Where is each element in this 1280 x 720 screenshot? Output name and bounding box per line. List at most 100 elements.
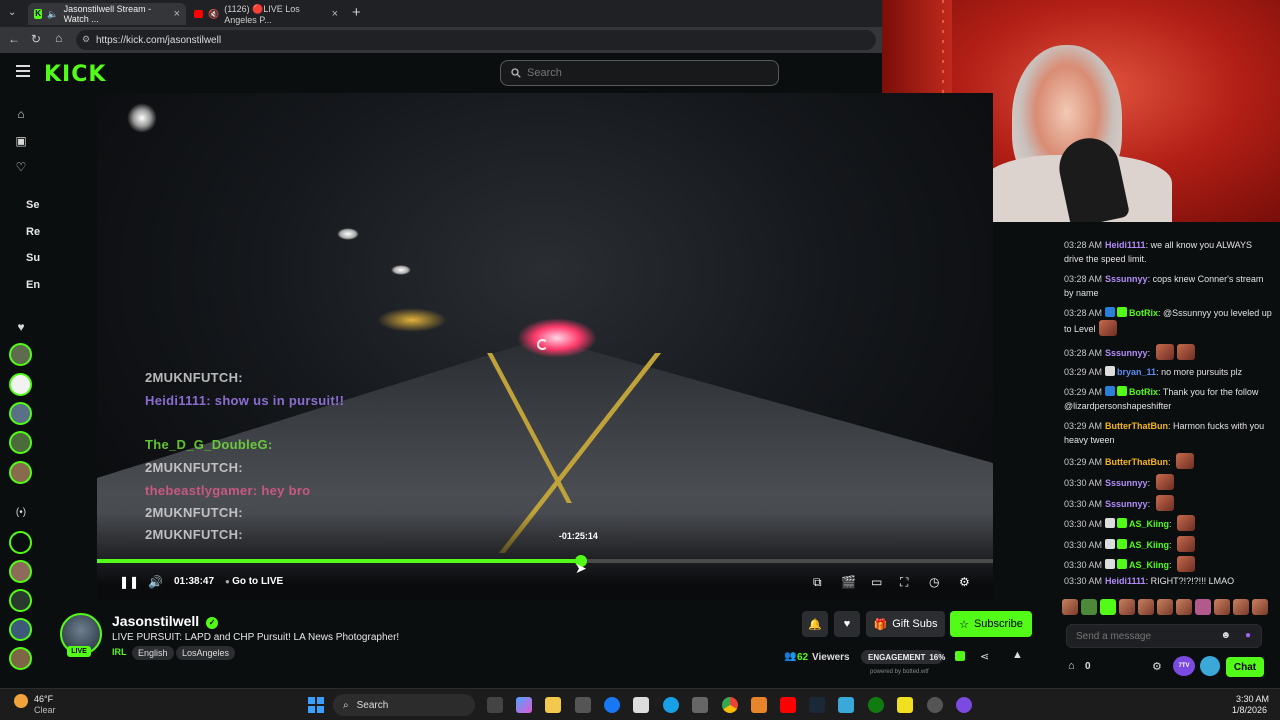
emote-picker-icon[interactable]: ●: [1245, 630, 1251, 641]
report-warning-icon[interactable]: ▲: [1012, 649, 1023, 661]
followed-channel-avatar[interactable]: [9, 431, 32, 454]
chat-username[interactable]: AS_Kiing: [1129, 560, 1169, 570]
sidebar-section-label[interactable]: En: [26, 279, 40, 291]
tab-close-icon[interactable]: ×: [174, 8, 180, 20]
chat-username[interactable]: ButterThatBun: [1105, 421, 1168, 431]
channel-points-icon[interactable]: ⌂: [1068, 660, 1075, 672]
chat-username[interactable]: BotRix: [1129, 387, 1158, 397]
pause-icon[interactable]: ❚❚: [119, 575, 139, 589]
notification-bell-button[interactable]: 🔔: [802, 611, 828, 637]
copilot-icon[interactable]: [516, 697, 532, 713]
chat-emote[interactable]: [1155, 344, 1174, 360]
facebook-icon[interactable]: [604, 697, 620, 713]
chat-username[interactable]: Sssunnyy: [1105, 274, 1148, 284]
chat-input-box[interactable]: ☻ ●: [1066, 624, 1262, 648]
streamer-name[interactable]: Jasonstilwell ✓: [112, 613, 219, 629]
emote[interactable]: [1233, 599, 1249, 615]
emote[interactable]: [1081, 599, 1097, 615]
chat-message-input[interactable]: [1076, 630, 1226, 642]
emote[interactable]: [1138, 599, 1154, 615]
video-player[interactable]: 2MUKNFUTCH: Heidi1111: show us in pursui…: [97, 93, 993, 600]
chat-settings-gear-icon[interactable]: ⚙: [1152, 660, 1162, 673]
emote[interactable]: [1119, 599, 1135, 615]
chat-username[interactable]: Sssunnyy: [1105, 348, 1148, 358]
edge-icon[interactable]: [663, 697, 679, 713]
clip-icon[interactable]: 🎬: [841, 575, 856, 589]
emote[interactable]: [1157, 599, 1173, 615]
chat-emote[interactable]: [1155, 495, 1174, 511]
sidebar-section-label[interactable]: Se: [26, 199, 39, 211]
emote[interactable]: [1100, 599, 1116, 615]
search-input[interactable]: [527, 67, 747, 79]
fullscreen-icon[interactable]: ⛶: [900, 575, 908, 590]
chat-username[interactable]: Sssunnyy: [1105, 478, 1148, 488]
kick-logo[interactable]: KICK: [44, 62, 106, 87]
emote[interactable]: [1214, 599, 1230, 615]
sidebar-section-label[interactable]: Re: [26, 226, 40, 238]
new-tab-button[interactable]: +: [352, 4, 361, 21]
sidebar-section-label[interactable]: Su: [26, 252, 40, 264]
obs-icon[interactable]: [927, 697, 943, 713]
vlc-icon[interactable]: [751, 697, 767, 713]
url-field[interactable]: ⚙ https://kick.com/jasonstilwell: [76, 30, 876, 50]
recommended-channel-avatar[interactable]: [9, 618, 32, 641]
share-icon[interactable]: ⋖: [980, 650, 989, 663]
chat-username[interactable]: BotRix: [1129, 308, 1158, 318]
chat-emote[interactable]: [1177, 556, 1196, 572]
store-icon[interactable]: [575, 697, 591, 713]
search-bar[interactable]: [500, 60, 779, 86]
followed-channel-avatar[interactable]: [9, 402, 32, 425]
chrome-icon[interactable]: [722, 697, 738, 713]
chat-emote[interactable]: [1155, 474, 1174, 490]
weather-moon-icon[interactable]: [14, 694, 28, 708]
emote[interactable]: [1252, 599, 1268, 615]
go-to-live-button[interactable]: ● Go to LIVE: [225, 576, 283, 587]
speed-icon[interactable]: ◷: [929, 575, 939, 589]
chat-username[interactable]: Heidi1111: [1105, 576, 1146, 586]
category-link[interactable]: IRL: [112, 647, 127, 657]
tab-close-icon[interactable]: ×: [332, 8, 338, 20]
task-view-icon[interactable]: [487, 697, 503, 713]
site-info-icon[interactable]: ⚙: [82, 34, 90, 45]
chat-emote[interactable]: [1176, 453, 1195, 469]
hamburger-menu-icon[interactable]: [16, 65, 30, 77]
chat-username[interactable]: AS_Kiing: [1129, 540, 1169, 550]
following-heart-icon[interactable]: ♡: [13, 160, 29, 176]
chat-username[interactable]: Heidi1111: [1105, 240, 1146, 250]
followed-channel-avatar[interactable]: [9, 373, 32, 396]
back-arrow-icon[interactable]: ←: [8, 32, 20, 46]
chat-username[interactable]: AS_Kiing: [1129, 519, 1169, 529]
follow-heart-button[interactable]: ♥: [834, 611, 860, 637]
browse-icon[interactable]: ▣: [13, 134, 29, 150]
recommended-channel-avatar[interactable]: [9, 560, 32, 583]
theater-mode-icon[interactable]: ▭: [871, 575, 882, 589]
chat-emote[interactable]: [1177, 515, 1196, 531]
settings-gear-icon[interactable]: ⚙: [959, 575, 970, 589]
steam-icon[interactable]: [809, 697, 825, 713]
volume-icon[interactable]: 🔊: [148, 575, 163, 589]
chat-username[interactable]: ButterThatBun: [1105, 457, 1168, 467]
reload-icon[interactable]: ↻: [31, 32, 41, 46]
recommended-channel-avatar[interactable]: [9, 531, 32, 554]
followed-channel-avatar[interactable]: [9, 343, 32, 366]
windows-start-icon[interactable]: [308, 697, 324, 713]
recommended-channel-avatar[interactable]: [9, 647, 32, 670]
engagement-extension-icon[interactable]: [955, 651, 965, 661]
app-icon[interactable]: [838, 697, 854, 713]
tab-kick[interactable]: K 🔈 Jasonstilwell Stream - Watch ... ×: [28, 3, 186, 25]
emote[interactable]: [1195, 599, 1211, 615]
stream-tag[interactable]: English: [132, 646, 174, 660]
emote[interactable]: [1176, 599, 1192, 615]
home-icon[interactable]: ⌂: [55, 31, 62, 45]
tab-youtube[interactable]: 🔇 (1126) 🔴LIVE Los Angeles P... ×: [188, 3, 344, 25]
stream-tag[interactable]: LosAngeles: [176, 646, 236, 660]
sticky-notes-icon[interactable]: [897, 697, 913, 713]
home-icon[interactable]: ⌂: [13, 107, 29, 123]
emote[interactable]: [1062, 599, 1078, 615]
tab-list-chevron-icon[interactable]: ⌄: [8, 7, 16, 18]
app-icon[interactable]: [956, 697, 972, 713]
chat-emote[interactable]: [1176, 344, 1195, 360]
youtube-icon[interactable]: [780, 697, 796, 713]
file-explorer-icon[interactable]: [545, 697, 561, 713]
chat-emote[interactable]: [1098, 320, 1117, 336]
